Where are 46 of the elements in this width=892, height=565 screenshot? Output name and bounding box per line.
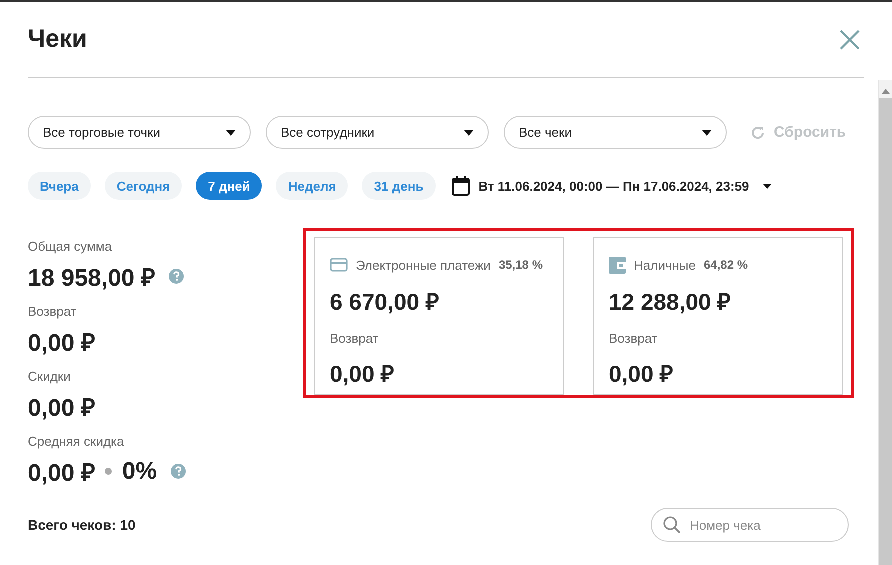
payment-percent: 35,18 % (498, 258, 543, 272)
period-chip[interactable]: 7 дней (196, 172, 262, 200)
search-icon (663, 516, 681, 534)
payment-amount: 12 288,00 ₽ (609, 288, 732, 317)
total-checks: Всего чеков: 10 (28, 517, 136, 533)
payment-label: Наличные (634, 258, 696, 272)
stat-value: 0,00 ₽ (28, 459, 96, 488)
refresh-icon (750, 124, 766, 140)
period-chip[interactable]: Вчера (28, 172, 91, 200)
stat-label: Общая сумма (28, 239, 114, 254)
payment-percent: 64,82 % (704, 258, 748, 272)
period-chip[interactable]: Неделя (276, 172, 348, 200)
calendar-icon[interactable] (452, 176, 470, 196)
refund-value: 0,00 ₽ (330, 360, 396, 389)
separator-dot-icon (105, 468, 112, 475)
stat-label: Скидки (28, 369, 72, 384)
refund-label: Возврат (609, 331, 659, 346)
help-icon[interactable] (169, 269, 184, 284)
caret-icon[interactable] (763, 184, 772, 188)
refund-label: Возврат (330, 331, 380, 346)
scroll-up-icon[interactable] (882, 89, 890, 94)
help-icon[interactable] (171, 464, 186, 479)
credit-card-icon (330, 258, 348, 272)
payment-amount: 6 670,00 ₽ (330, 288, 440, 317)
stat-value: 18 958,00 ₽ (28, 264, 156, 293)
scrollbar[interactable] (878, 80, 892, 565)
search-field[interactable]: Номер чека (651, 508, 849, 542)
period-chip[interactable]: Сегодня (104, 172, 182, 200)
refund-value: 0,00 ₽ (609, 360, 674, 389)
stat-label: Возврат (28, 304, 78, 319)
period-chip[interactable]: 31 день (362, 172, 436, 200)
dialog-title: Чеки (28, 25, 88, 54)
caret-icon (464, 130, 474, 136)
stat-value: 0,00 ₽ (28, 394, 96, 423)
payment-label: Электронные платежи (356, 258, 491, 272)
filter-dropdown[interactable]: Все сотрудники (266, 116, 489, 149)
filter-dropdown[interactable]: Все торговые точки (28, 116, 251, 149)
caret-icon (226, 130, 236, 136)
wallet-icon (609, 256, 626, 274)
date-range[interactable]: Вт 11.06.2024, 00:00 — Пн 17.06.2024, 23:59 (478, 178, 750, 194)
close-icon[interactable] (840, 30, 860, 50)
stat-value: 0,00 ₽ (28, 329, 96, 358)
caret-icon (702, 130, 712, 136)
filter-dropdown[interactable]: Все чеки (504, 116, 727, 149)
stat-label: Средняя скидка (28, 434, 126, 449)
stat-percent: 0% (122, 458, 158, 486)
